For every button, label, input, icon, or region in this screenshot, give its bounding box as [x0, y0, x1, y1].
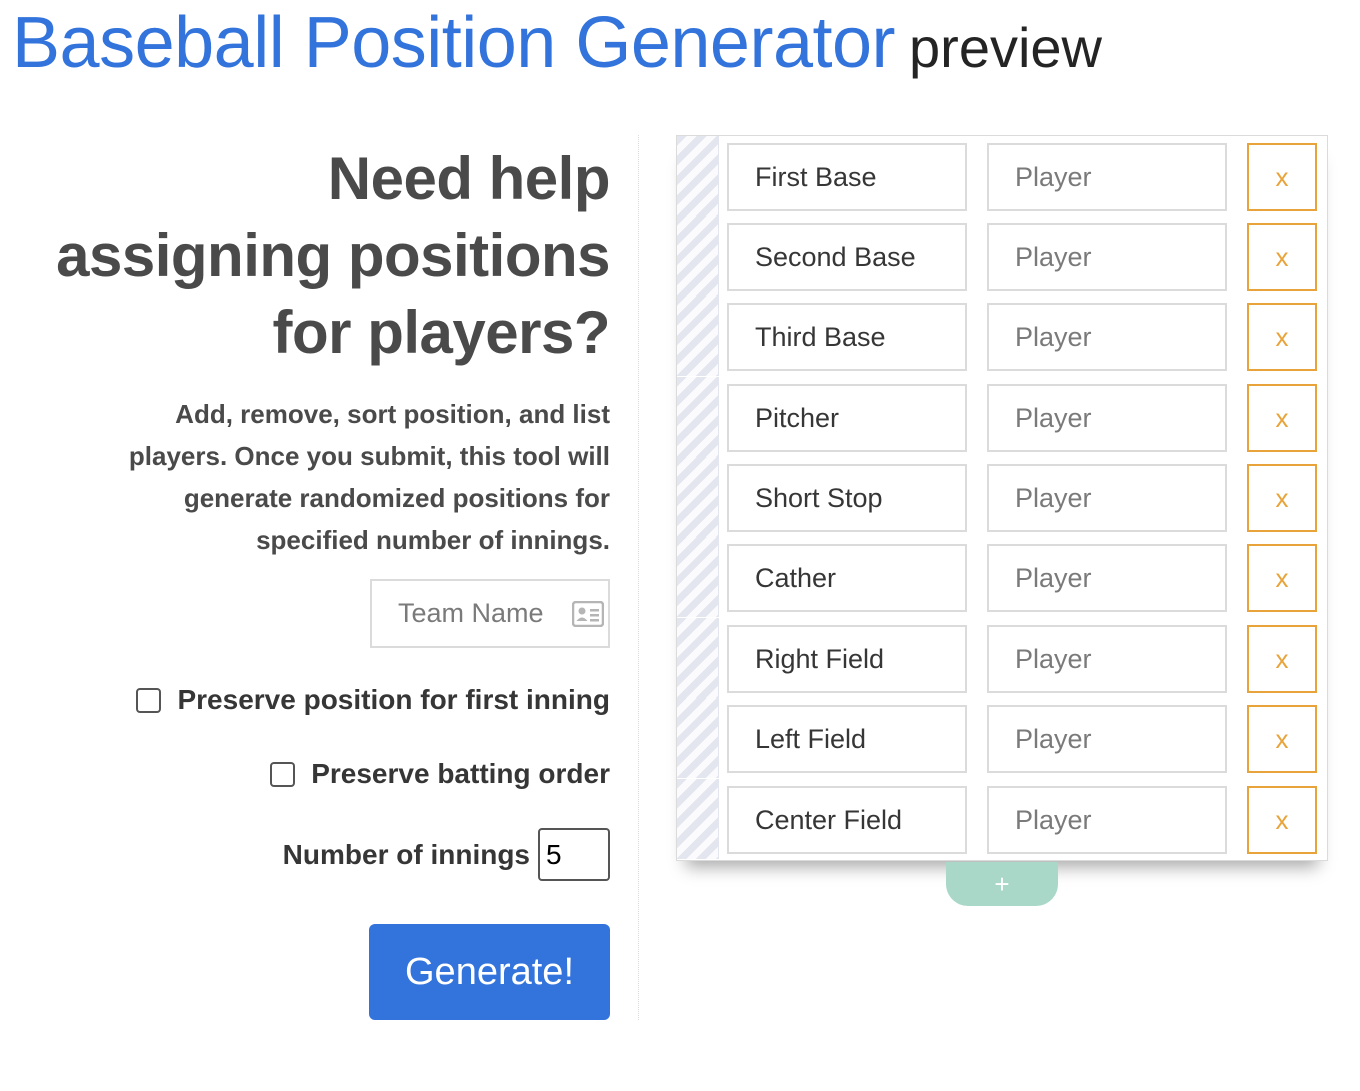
- description-line: players. Once you submit, this tool will: [128, 441, 610, 471]
- player-input[interactable]: [987, 544, 1227, 612]
- headline-line: Need help: [327, 145, 611, 212]
- preserve-batting-order-label: Preserve batting order: [311, 758, 610, 789]
- app-subtitle: preview: [909, 16, 1102, 79]
- position-row: x: [677, 779, 1327, 859]
- preserve-batting-order-option[interactable]: Preserve batting order: [270, 758, 610, 790]
- player-input[interactable]: [987, 705, 1227, 773]
- innings-label: Number of innings: [282, 838, 530, 870]
- delete-row-button[interactable]: x: [1247, 384, 1317, 452]
- id-card-icon: [572, 601, 604, 627]
- position-input[interactable]: [727, 786, 967, 854]
- drag-handle[interactable]: [677, 216, 719, 296]
- innings-field: Number of innings: [283, 828, 610, 881]
- preserve-first-inning-label: Preserve position for first inning: [177, 684, 610, 715]
- app-title: Baseball Position Generator: [12, 3, 896, 83]
- position-input[interactable]: [727, 384, 967, 452]
- headline: Need help assigning positions for player…: [40, 140, 610, 371]
- description: Add, remove, sort position, and list pla…: [40, 393, 610, 561]
- position-input[interactable]: [727, 544, 967, 612]
- player-input[interactable]: [987, 303, 1227, 371]
- drag-handle[interactable]: [677, 618, 719, 698]
- player-input[interactable]: [987, 384, 1227, 452]
- page-title: Baseball Position Generator preview: [12, 2, 1102, 84]
- positions-list: x x x x x x: [676, 135, 1328, 861]
- drag-handle[interactable]: [677, 296, 719, 376]
- drag-handle[interactable]: [677, 537, 719, 617]
- add-position-button[interactable]: +: [946, 862, 1058, 906]
- delete-row-button[interactable]: x: [1247, 786, 1317, 854]
- player-input[interactable]: [987, 625, 1227, 693]
- position-input[interactable]: [727, 625, 967, 693]
- drag-handle[interactable]: [677, 779, 719, 859]
- player-input[interactable]: [987, 786, 1227, 854]
- position-input[interactable]: [727, 223, 967, 291]
- intro-section: Need help assigning positions for player…: [40, 140, 610, 561]
- delete-row-button[interactable]: x: [1247, 303, 1317, 371]
- delete-row-button[interactable]: x: [1247, 705, 1317, 773]
- preserve-first-inning-checkbox[interactable]: [136, 687, 162, 713]
- team-name-field[interactable]: [370, 579, 610, 648]
- position-input[interactable]: [727, 705, 967, 773]
- generate-button[interactable]: Generate!: [369, 924, 610, 1020]
- position-row: x: [677, 618, 1327, 698]
- description-line: Add, remove, sort position, and list: [175, 399, 610, 429]
- drag-handle[interactable]: [677, 698, 719, 778]
- position-row: x: [677, 296, 1327, 376]
- headline-line: for players?: [272, 299, 611, 366]
- player-input[interactable]: [987, 223, 1227, 291]
- delete-row-button[interactable]: x: [1247, 223, 1317, 291]
- delete-row-button[interactable]: x: [1247, 464, 1317, 532]
- position-row: x: [677, 216, 1327, 296]
- position-input[interactable]: [727, 303, 967, 371]
- description-line: specified number of innings.: [256, 525, 610, 555]
- player-input[interactable]: [987, 143, 1227, 211]
- preserve-first-inning-option[interactable]: Preserve position for first inning: [136, 684, 610, 716]
- headline-line: assigning positions: [56, 222, 610, 289]
- position-row: x: [677, 136, 1327, 216]
- position-input[interactable]: [727, 464, 967, 532]
- column-divider: [638, 135, 639, 1020]
- position-row: x: [677, 457, 1327, 537]
- page: Baseball Position Generator preview Need …: [0, 0, 1360, 1091]
- innings-input[interactable]: [538, 828, 610, 881]
- description-line: generate randomized positions for: [183, 483, 610, 513]
- position-row: x: [677, 377, 1327, 457]
- delete-row-button[interactable]: x: [1247, 625, 1317, 693]
- player-input[interactable]: [987, 464, 1227, 532]
- drag-handle[interactable]: [677, 377, 719, 457]
- drag-handle[interactable]: [677, 457, 719, 537]
- preserve-batting-order-checkbox[interactable]: [270, 761, 296, 787]
- delete-row-button[interactable]: x: [1247, 544, 1317, 612]
- delete-row-button[interactable]: x: [1247, 143, 1317, 211]
- position-input[interactable]: [727, 143, 967, 211]
- drag-handle[interactable]: [677, 136, 719, 216]
- position-row: x: [677, 537, 1327, 617]
- position-row: x: [677, 698, 1327, 778]
